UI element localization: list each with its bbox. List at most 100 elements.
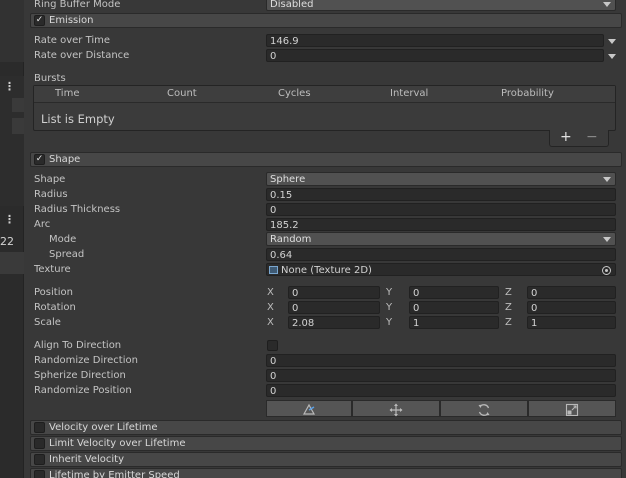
scale-label: Scale xyxy=(34,317,61,328)
position-y-label: Y xyxy=(386,287,393,298)
ring-buffer-mode-value: Disabled xyxy=(270,0,314,10)
remove-burst-button[interactable]: − xyxy=(586,130,598,145)
shape-type-dropdown[interactable]: Sphere xyxy=(266,172,616,186)
rotate-icon xyxy=(478,404,490,416)
arc-mode-dropdown[interactable]: Random xyxy=(266,232,616,246)
left-panel-chip xyxy=(12,118,24,134)
radius-field[interactable]: 0.15 xyxy=(266,188,616,201)
add-burst-button[interactable]: + xyxy=(560,130,572,145)
spherize-direction-field[interactable]: 0 xyxy=(266,369,616,382)
move-tool-button[interactable] xyxy=(352,400,440,417)
bursts-list: Time Count Cycles Interval Probability L… xyxy=(33,85,616,131)
left-panel-counter: 22 xyxy=(0,235,14,248)
chevron-down-icon xyxy=(603,2,611,7)
texture-object-field[interactable]: None (Texture 2D) xyxy=(266,263,616,276)
scale-y-field[interactable]: 1 xyxy=(409,316,499,329)
emission-title: Emission xyxy=(49,15,94,26)
bursts-column-count: Count xyxy=(167,88,197,99)
position-y-field[interactable]: 0 xyxy=(409,286,499,299)
inherit-velocity-title: Inherit Velocity xyxy=(49,454,124,465)
scale-icon xyxy=(565,403,579,417)
left-panel-block xyxy=(0,76,24,206)
rotation-x-field[interactable]: 0 xyxy=(288,301,380,314)
shape-title: Shape xyxy=(49,154,81,165)
left-panel-block xyxy=(0,0,24,62)
limit-velocity-over-lifetime-checkbox[interactable] xyxy=(34,438,45,449)
radius-thickness-field[interactable]: 0 xyxy=(266,203,616,216)
rate-over-time-field[interactable]: 146.9 xyxy=(266,34,604,47)
chevron-down-icon xyxy=(603,177,611,182)
edit-shape-button[interactable] xyxy=(266,400,352,417)
rotate-tool-button[interactable] xyxy=(440,400,528,417)
limit-velocity-over-lifetime-title: Limit Velocity over Lifetime xyxy=(49,438,186,449)
radius-thickness-label: Radius Thickness xyxy=(34,204,121,215)
more-options-icon[interactable]: ⋮ xyxy=(4,80,15,93)
align-to-direction-checkbox[interactable] xyxy=(267,340,278,351)
inherit-velocity-header[interactable]: Inherit Velocity xyxy=(30,452,622,467)
position-x-field[interactable]: 0 xyxy=(288,286,380,299)
rotation-y-label: Y xyxy=(386,302,393,313)
rotation-label: Rotation xyxy=(34,302,76,313)
inherit-velocity-checkbox[interactable] xyxy=(34,454,45,465)
bursts-column-cycles: Cycles xyxy=(278,88,311,99)
bursts-column-probability: Probability xyxy=(501,88,554,99)
position-label: Position xyxy=(34,287,73,298)
bursts-column-time: Time xyxy=(55,88,80,99)
spherize-direction-label: Spherize Direction xyxy=(34,370,126,381)
emission-module-header[interactable]: ✓ Emission xyxy=(30,13,622,28)
move-icon xyxy=(389,403,403,417)
lifetime-by-emitter-speed-header[interactable]: Lifetime by Emitter Speed xyxy=(30,468,622,478)
emission-enabled-checkbox[interactable]: ✓ xyxy=(34,15,45,26)
rate-over-time-label: Rate over Time xyxy=(34,35,111,46)
shape-type-label: Shape xyxy=(34,174,66,185)
curve-mode-dropdown-icon[interactable] xyxy=(608,39,616,44)
scale-x-field[interactable]: 2.08 xyxy=(288,316,380,329)
rotation-y-field[interactable]: 0 xyxy=(409,301,499,314)
shape-enabled-checkbox[interactable]: ✓ xyxy=(34,154,45,165)
velocity-over-lifetime-header[interactable]: Velocity over Lifetime xyxy=(30,420,622,435)
position-x-label: X xyxy=(267,287,274,298)
position-z-field[interactable]: 0 xyxy=(527,286,616,299)
bursts-empty-text: List is Empty xyxy=(41,112,115,126)
align-to-direction-label: Align To Direction xyxy=(34,340,122,351)
bursts-column-interval: Interval xyxy=(390,88,429,99)
object-picker-icon[interactable] xyxy=(602,266,611,275)
rate-over-distance-label: Rate over Distance xyxy=(34,50,130,61)
velocity-over-lifetime-checkbox[interactable] xyxy=(34,422,45,433)
rotation-z-field[interactable]: 0 xyxy=(527,301,616,314)
texture-label: Texture xyxy=(34,264,71,275)
arc-label: Arc xyxy=(34,219,51,230)
edit-shape-icon xyxy=(302,403,316,415)
arc-spread-label: Spread xyxy=(49,249,85,260)
chevron-down-icon xyxy=(603,237,611,242)
arc-field[interactable]: 185.2 xyxy=(266,218,616,231)
more-options-icon[interactable]: ⋮ xyxy=(4,213,15,226)
scale-tool-button[interactable] xyxy=(528,400,616,417)
ring-buffer-mode-dropdown[interactable]: Disabled xyxy=(266,0,616,11)
shape-module-header[interactable]: ✓ Shape xyxy=(30,152,622,167)
lifetime-by-emitter-speed-checkbox[interactable] xyxy=(34,470,45,478)
left-panel-chip xyxy=(12,98,24,112)
arc-mode-label: Mode xyxy=(49,234,77,245)
randomize-direction-field[interactable]: 0 xyxy=(266,354,616,367)
texture-value: None (Texture 2D) xyxy=(281,265,372,276)
bursts-list-header: Time Count Cycles Interval Probability xyxy=(34,86,615,103)
scale-z-field[interactable]: 1 xyxy=(527,316,616,329)
rotation-z-label: Z xyxy=(505,302,512,313)
randomize-position-field[interactable]: 0 xyxy=(266,384,616,397)
arc-spread-field[interactable]: 0.64 xyxy=(266,248,616,261)
texture-2d-icon xyxy=(269,266,278,274)
limit-velocity-over-lifetime-header[interactable]: Limit Velocity over Lifetime xyxy=(30,436,622,451)
bursts-label: Bursts xyxy=(34,73,66,84)
ring-buffer-mode-label: Ring Buffer Mode xyxy=(34,0,121,10)
rate-over-distance-field[interactable]: 0 xyxy=(266,49,604,62)
shape-type-value: Sphere xyxy=(270,174,306,185)
left-panel-block xyxy=(0,252,24,274)
position-z-label: Z xyxy=(505,287,512,298)
curve-mode-dropdown-icon[interactable] xyxy=(608,54,616,59)
arc-mode-value: Random xyxy=(270,234,312,245)
rotation-x-label: X xyxy=(267,302,274,313)
scale-z-label: Z xyxy=(505,317,512,328)
radius-label: Radius xyxy=(34,189,68,200)
scale-x-label: X xyxy=(267,317,274,328)
